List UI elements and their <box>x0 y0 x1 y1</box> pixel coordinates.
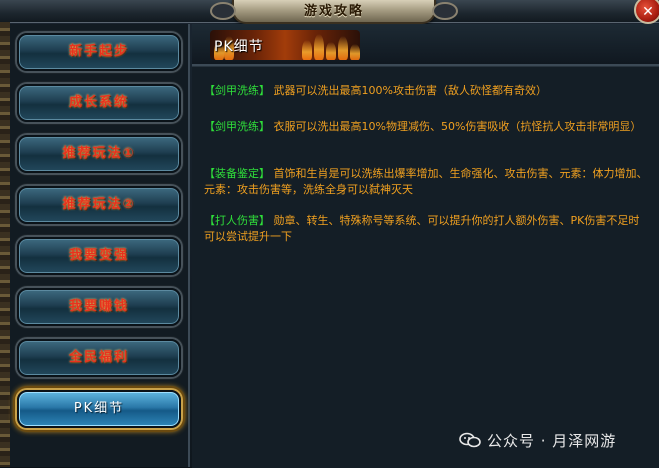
sidebar: 新手起步 成长系统 推荐玩法① 推荐玩法② 我要变强 我要赚钱 全民福利 PK细… <box>10 24 190 467</box>
sidebar-item-label: 推荐玩法② <box>62 197 136 212</box>
paragraph-weapon-refine: 【剑甲洗练】 武器可以洗出最高100%攻击伤害（敌人砍怪都有奇效） <box>204 83 650 99</box>
sidebar-item-label: 全民福利 <box>68 350 129 365</box>
flame-decoration <box>326 42 336 60</box>
flame-decoration <box>302 40 312 60</box>
sidebar-item-label: PK细节 <box>73 401 125 416</box>
sidebar-item-recommend-1[interactable]: 推荐玩法① <box>17 135 181 173</box>
close-icon: ✕ <box>642 4 654 20</box>
title-ornament-right <box>432 2 458 20</box>
watermark-text: 公众号 · 月泽网游 <box>487 432 617 450</box>
paragraph-text: 武器可以洗出最高100%攻击伤害（敌人砍怪都有奇效） <box>270 84 547 97</box>
flame-decoration <box>314 34 324 60</box>
section-header: PK细节 <box>192 24 659 66</box>
title-ornament-left <box>210 2 236 20</box>
sidebar-item-recommend-2[interactable]: 推荐玩法② <box>17 186 181 224</box>
paragraph-text: 勋章、转生、特殊称号等系统、可以提升你的打人额外伤害、PK伤害不足时可以尝试提升… <box>204 214 640 243</box>
main-panel: PK细节 【剑甲洗练】 武器可以洗出最高100%攻击伤害（敌人砍怪都有奇效） 【… <box>192 24 659 468</box>
sidebar-item-newbie[interactable]: 新手起步 <box>17 33 181 71</box>
paragraph-armor-refine: 【剑甲洗练】 衣服可以洗出最高10%物理减伤、50%伤害吸收（抗怪抗人攻击非常明… <box>204 119 650 135</box>
content-area: 【剑甲洗练】 武器可以洗出最高100%攻击伤害（敌人砍怪都有奇效） 【剑甲洗练】… <box>192 66 659 468</box>
flame-decoration <box>350 44 360 60</box>
window-title: 游戏攻略 <box>303 4 364 19</box>
title-plate: 游戏攻略 <box>210 0 458 24</box>
sidebar-item-welfare[interactable]: 全民福利 <box>17 339 181 377</box>
sidebar-item-get-stronger[interactable]: 我要变强 <box>17 237 181 275</box>
section-title: PK细节 <box>214 39 264 55</box>
sidebar-item-pk-details[interactable]: PK细节 <box>17 390 181 428</box>
left-border-ornament <box>0 22 10 467</box>
sidebar-item-label: 新手起步 <box>68 44 129 59</box>
sidebar-item-label: 我要变强 <box>68 248 129 263</box>
paragraph-tag: 【剑甲洗练】 <box>204 84 270 97</box>
paragraph-equipment-appraisal: 【装备鉴定】 首饰和生肖是可以洗练出爆率增加、生命强化、攻击伤害、元素：体力增加… <box>204 166 650 198</box>
sidebar-item-earn-money[interactable]: 我要赚钱 <box>17 288 181 326</box>
sidebar-item-label: 推荐玩法① <box>62 146 136 161</box>
wechat-icon <box>459 432 481 448</box>
flame-decoration <box>338 36 348 60</box>
paragraph-tag: 【装备鉴定】 <box>204 167 270 180</box>
close-button[interactable]: ✕ <box>634 0 659 24</box>
sidebar-item-label: 我要赚钱 <box>68 299 129 314</box>
paragraph-tag: 【打人伤害】 <box>204 214 270 227</box>
paragraph-text: 衣服可以洗出最高10%物理减伤、50%伤害吸收（抗怪抗人攻击非常明显） <box>270 120 642 133</box>
sidebar-item-label: 成长系统 <box>68 95 129 110</box>
sidebar-item-growth[interactable]: 成长系统 <box>17 84 181 122</box>
watermark: 公众号 · 月泽网游 <box>459 430 616 452</box>
paragraph-pk-damage: 【打人伤害】 勋章、转生、特殊称号等系统、可以提升你的打人额外伤害、PK伤害不足… <box>204 213 650 245</box>
paragraph-tag: 【剑甲洗练】 <box>204 120 270 133</box>
paragraph-text: 首饰和生肖是可以洗练出爆率增加、生命强化、攻击伤害、元素：体力增加、元素：攻击伤… <box>204 167 648 196</box>
